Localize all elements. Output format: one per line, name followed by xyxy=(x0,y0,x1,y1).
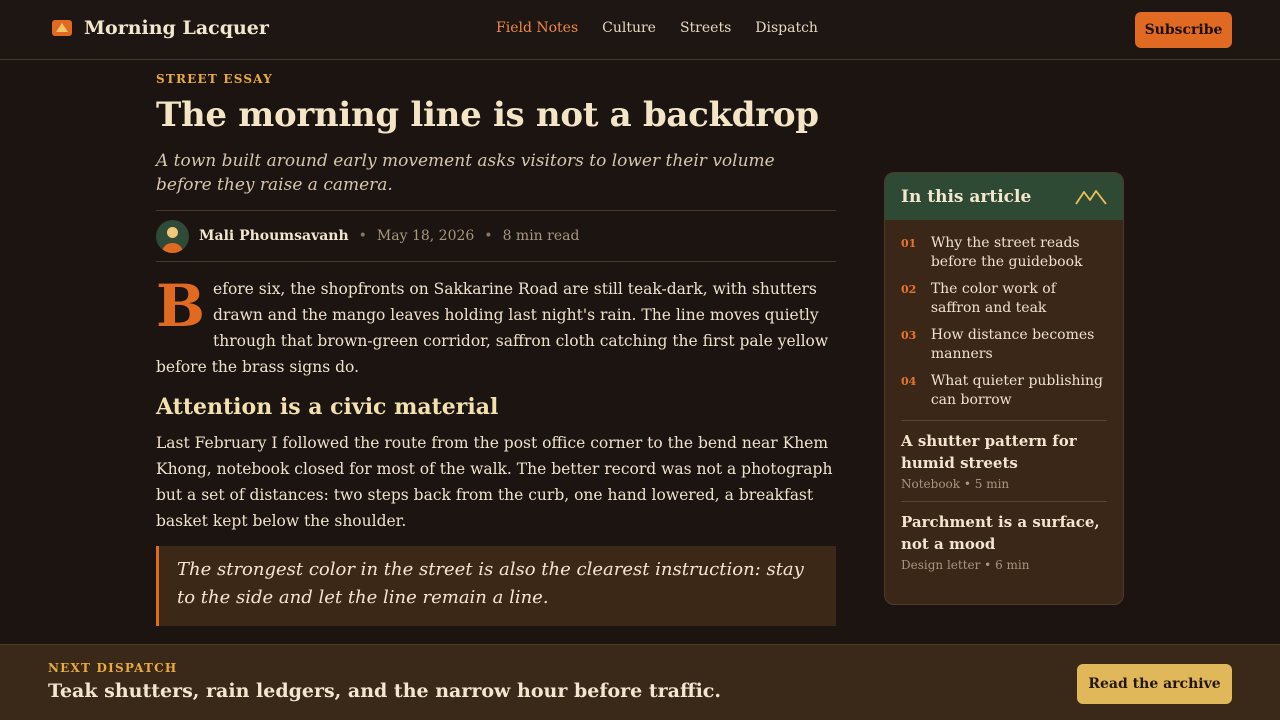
toc-item-label: How distance becomes manners xyxy=(930,327,1095,362)
meta-separator: • xyxy=(484,228,493,245)
related-card-meta: Notebook • 5 min xyxy=(901,477,1010,491)
related-card[interactable]: A shutter pattern for humid streets Note… xyxy=(885,421,1123,501)
brand-logo-icon xyxy=(52,20,72,36)
byline: Mali Phoumsavanh • May 18, 2026 • 8 min … xyxy=(156,210,836,263)
body-paragraph: Last February I followed the route from … xyxy=(156,434,833,531)
article-headline: The morning line is not a backdrop xyxy=(156,95,819,135)
publish-date: May 18, 2026 xyxy=(376,228,475,245)
mountain-icon xyxy=(1075,189,1107,205)
toc-item-number: 03 xyxy=(901,329,917,342)
related-card-meta: Design letter • 6 min xyxy=(901,558,1030,572)
dispatch-kicker: NEXT DISPATCH xyxy=(48,661,178,675)
nav-field-notes[interactable]: Field Notes xyxy=(496,20,578,36)
toc-item[interactable]: 02 The color work of saffron and teak xyxy=(901,280,1107,318)
pull-quote: The strongest color in the street is als… xyxy=(156,546,836,627)
brand-name: Morning Lacquer xyxy=(84,17,269,39)
subscribe-button[interactable]: Subscribe xyxy=(1135,12,1232,48)
table-of-contents: In this article 01 Why the street reads … xyxy=(884,172,1124,605)
lead-text: efore six, the shopfronts on Sakkarine R… xyxy=(156,280,829,377)
toc-item[interactable]: 01 Why the street reads before the guide… xyxy=(901,234,1107,272)
author-avatar[interactable] xyxy=(156,219,189,253)
related-card[interactable]: Parchment is a surface, not a mood Desig… xyxy=(885,502,1123,582)
related-card-title: Parchment is a surface, not a mood xyxy=(901,513,1100,553)
toc-header: In this article xyxy=(885,173,1123,220)
article: STREET ESSAY The morning line is not a b… xyxy=(156,72,836,627)
article-kicker: STREET ESSAY xyxy=(156,72,273,86)
toc-item-label: Why the street reads before the guideboo… xyxy=(930,235,1083,270)
read-archive-button[interactable]: Read the archive xyxy=(1077,664,1232,704)
toc-title: In this article xyxy=(901,186,1032,207)
nav-streets[interactable]: Streets xyxy=(680,20,731,36)
brand[interactable]: Morning Lacquer xyxy=(52,17,269,39)
toc-item-label: What quieter publishing can borrow xyxy=(930,373,1104,408)
site-header: Morning Lacquer Field Notes Culture Stre… xyxy=(0,0,1280,60)
author-name[interactable]: Mali Phoumsavanh xyxy=(199,228,349,244)
related-card-title: A shutter pattern for humid streets xyxy=(901,432,1077,472)
toc-item-number: 04 xyxy=(901,375,917,388)
article-dek: A town built around early movement asks … xyxy=(156,151,775,196)
drop-cap: B xyxy=(156,272,206,341)
toc-item-number: 02 xyxy=(901,283,917,296)
avatar-body-shape xyxy=(162,242,183,253)
read-time: 8 min read xyxy=(502,228,580,245)
toc-item[interactable]: 03 How distance becomes manners xyxy=(901,326,1107,364)
nav-dispatch[interactable]: Dispatch xyxy=(755,20,818,36)
dispatch-title: Teak shutters, rain ledgers, and the nar… xyxy=(48,680,721,702)
toc-item-label: The color work of saffron and teak xyxy=(930,281,1056,316)
section-heading: Attention is a civic material xyxy=(156,394,499,421)
meta-separator: • xyxy=(358,228,367,245)
main-nav: Field Notes Culture Streets Dispatch xyxy=(496,20,818,36)
toc-list: 01 Why the street reads before the guide… xyxy=(885,220,1123,410)
nav-culture[interactable]: Culture xyxy=(602,20,656,36)
avatar-head-shape xyxy=(167,226,178,238)
toc-item-number: 01 xyxy=(901,237,917,250)
next-dispatch-bar: NEXT DISPATCH Teak shutters, rain ledger… xyxy=(0,644,1280,720)
toc-item[interactable]: 04 What quieter publishing can borrow xyxy=(901,372,1107,410)
lead-paragraph: Before six, the shopfronts on Sakkarine … xyxy=(156,276,836,380)
